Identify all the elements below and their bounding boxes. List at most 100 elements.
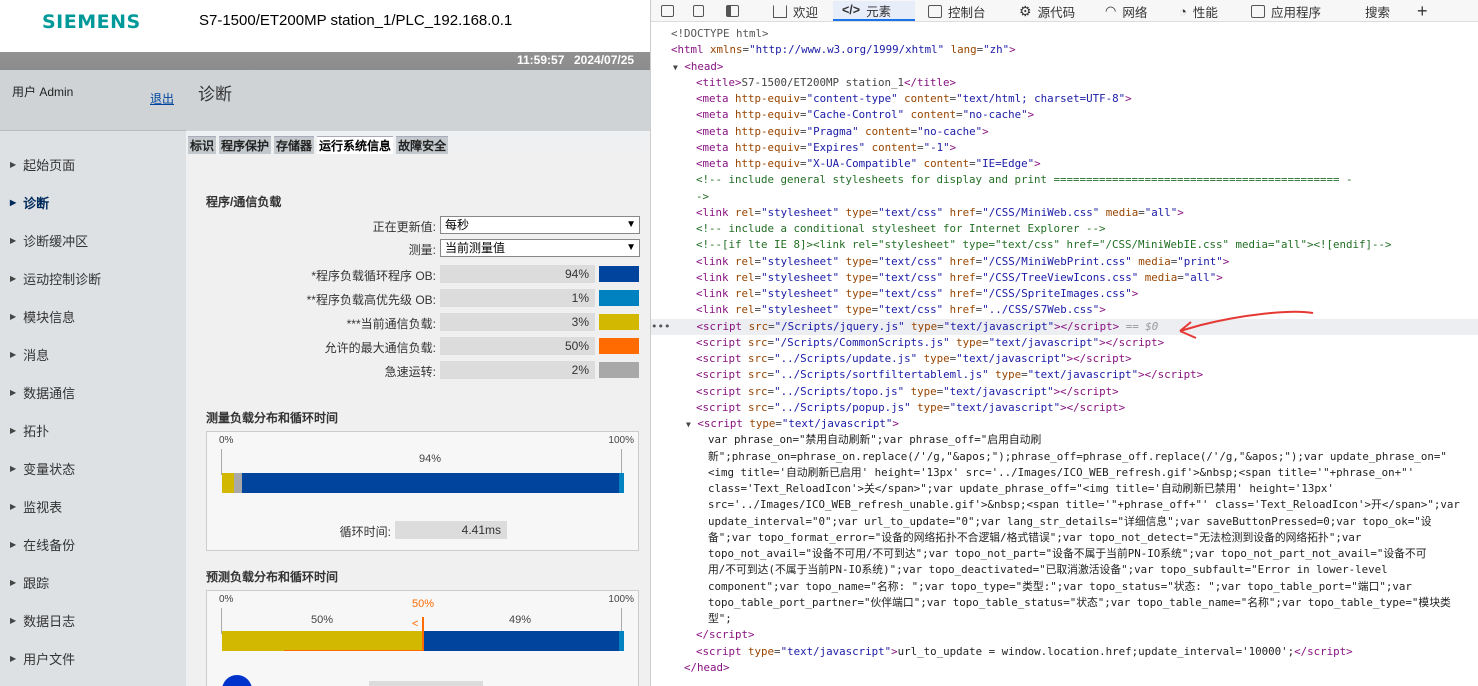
sidebar-item-comm[interactable]: ▶ 数据通信 [10,383,75,402]
dom-line[interactable]: <link rel="stylesheet" type="text/css" h… [696,270,1223,286]
dom-line[interactable]: <meta http-equiv="Pragma" content="no-ca… [696,124,989,140]
inspect-icon[interactable] [661,1,680,21]
page-title: 诊断 [198,85,232,104]
dom-line[interactable]: <!-- include a conditional stylesheet fo… [696,221,1106,237]
main-area: 诊断 标识 程序保护 存储器 运行系统信息 故障安全 程序/通信负载 正在更新值… [186,70,650,686]
arrow-right-icon: ▶ [10,464,17,473]
dom-line[interactable]: <script src="../Scripts/topo.js" type="t… [696,384,1119,400]
tab-network[interactable]: ◠ 网络 [1101,1,1151,21]
tab-console[interactable]: 控制台 [924,1,990,21]
section-heading: 程序/通信负载 [206,195,282,209]
measure-select[interactable]: 当前测量值 ▼ [440,239,640,257]
tab-sources[interactable]: ⚙ 源代码 [1015,1,1079,21]
sidebar-item-module-info[interactable]: ▶ 模块信息 [10,307,75,326]
sidebar-item-var-status[interactable]: ▶ 变量状态 [10,459,75,478]
dom-line[interactable]: <script src="../Scripts/popup.js" type="… [696,400,1125,416]
sidebar-item-topology[interactable]: ▶ 拓扑 [10,421,49,440]
tab-label: 控制台 [948,5,986,20]
sidebar-item-motion[interactable]: ▶ 运动控制诊断 [10,269,101,288]
dom-line[interactable]: <script src="../Scripts/sortfiltertablem… [696,367,1203,383]
load-value: 1% [440,289,595,307]
gauge-icon: ◔ [1179,3,1187,19]
dom-line[interactable]: <img title='自动刷新已启用' height='13px' src='… [708,465,1414,481]
sidebar-item-messages[interactable]: ▶ 消息 [10,345,49,364]
tab-protection[interactable]: 程序保护 [219,136,272,154]
tab-identification[interactable]: 标识 [188,136,217,154]
dom-line[interactable]: <link rel="stylesheet" type="text/css" h… [696,254,1229,270]
logout-link[interactable]: 退出 [150,90,174,107]
dom-line[interactable]: <script type="text/javascript">url_to_up… [696,644,1353,660]
chevron-left-icon: < [412,618,419,630]
dom-line[interactable]: class='Text_ReloadIcon'>关</span>";var up… [708,481,1334,497]
load-value: 3% [440,313,595,331]
sidebar-item-label: 模块信息 [23,310,76,325]
dom-line[interactable]: 型"; [708,611,732,627]
dom-line[interactable]: <meta http-equiv="Cache-Control" content… [696,107,1034,123]
device-toggle-icon[interactable] [693,1,710,21]
dom-line[interactable]: <link rel="stylesheet" type="text/css" h… [696,286,1138,302]
bar-segment-comm [222,631,423,651]
bar-segment-idle [234,473,242,493]
sidebar-item-diagnostics[interactable]: ▶ 诊断 [10,193,49,212]
sidebar-item-backup[interactable]: ▶ 在线备份 [10,535,75,554]
dom-line[interactable]: var phrase_on="禁用自动刷新";var phrase_off="启… [708,432,1041,448]
sidebar-item-watch[interactable]: ▶ 监视表 [10,497,62,516]
dom-line[interactable]: topo_not_avail="设备不可用/不可到达";var topo_not… [708,546,1427,562]
sidebar-toggle-icon[interactable] [726,1,745,21]
plc-web-page: SIEMENS S7-1500/ET200MP station_1/PLC_19… [0,0,650,686]
arrow-right-icon: ▶ [10,654,17,663]
dom-line[interactable]: <link rel="stylesheet" type="text/css" h… [696,302,1106,318]
dom-line[interactable]: <link rel="stylesheet" type="text/css" h… [696,205,1184,221]
bar-value-label: 94% [419,453,442,465]
dom-line[interactable]: topo_table_port_partner="伙伴端口";var topo_… [708,595,1451,611]
cycle-value: 4.41ms [395,521,507,539]
dom-line[interactable]: <!-- include general stylesheets for dis… [696,172,1353,188]
dom-line[interactable]: <title>S7-1500/ET200MP station_1</title> [696,75,956,91]
sidebar-item-userfiles[interactable]: ▶ 用户文件 [10,649,75,668]
load-swatch [599,314,639,330]
sidebar-item-diag-buffer[interactable]: ▶ 诊断缓冲区 [10,231,88,250]
sidebar-item-trace[interactable]: ▶ 跟踪 [10,573,49,592]
sidebar-item-label: 运动控制诊断 [23,272,102,287]
dom-line[interactable]: <meta http-equiv="X-UA-Compatible" conte… [696,156,1041,172]
dom-line[interactable]: 新";phrase_on=phrase_on.replace(/'/g,"&ap… [708,449,1447,465]
tab-memory[interactable]: 存储器 [274,136,315,154]
dom-line-selected[interactable]: ••• <script src="/Scripts/jquery.js" typ… [651,319,1478,336]
bar-segment-high [619,473,624,493]
update-select-value: 每秒 [445,218,470,232]
dom-line[interactable]: </head> [684,660,730,676]
dom-line[interactable]: 备";var topo_format_error="设备的网络拓扑不合逻辑/格式… [708,530,1361,546]
tab-performance[interactable]: ◔ 性能 [1175,1,1222,21]
dom-line[interactable]: <meta http-equiv="Expires" content="-1"> [696,140,956,156]
sidebar-item-label: 消息 [23,348,50,363]
dom-line[interactable]: component";var topo_name="名称: ";var topo… [708,579,1412,595]
dom-line[interactable]: <!--[if lte IE 8]><link rel="stylesheet"… [696,237,1392,253]
dom-line[interactable]: <script src="../Scripts/update.js" type=… [696,351,1132,367]
add-tab-icon[interactable]: + [1417,1,1428,21]
load-swatch [599,338,639,354]
tab-welcome[interactable]: 欢迎 [768,1,823,21]
arrow-right-icon: ▶ [10,388,17,397]
update-select[interactable]: 每秒 ▼ [440,216,640,234]
pred-left-label: 50% [311,614,334,626]
user-box: 用户 Admin 退出 [0,70,186,131]
dom-line[interactable]: 用/不可到达(不属于当前PN-IO系统)";var topo_deactivat… [708,562,1388,578]
sidebar-item-start[interactable]: ▶ 起始页面 [10,155,75,174]
sidebar-item-datalog[interactable]: ▶ 数据日志 [10,611,75,630]
chevron-down-icon: ▼ [626,219,636,230]
dom-line[interactable]: <!DOCTYPE html> [671,26,769,42]
tab-elements[interactable]: </> 元素 [833,1,915,21]
dom-line[interactable]: <script src="/Scripts/CommonScripts.js" … [696,335,1164,351]
dom-line[interactable]: ▼ <head> [673,59,723,76]
dom-line[interactable]: </script> [696,627,755,643]
tab-application[interactable]: 应用程序 [1247,1,1325,21]
dom-line[interactable]: src='../Images/ICO_WEB_refresh_unable.gi… [708,497,1460,513]
dom-line[interactable]: ▼ <script type="text/javascript"> [686,416,899,433]
tab-search[interactable]: 搜索 [1365,1,1390,21]
tab-failsafe[interactable]: 故障安全 [396,136,449,154]
tab-runtime-info[interactable]: 运行系统信息 [317,136,394,154]
dom-line[interactable]: -> [696,189,709,205]
dom-line[interactable]: <html xmlns="http://www.w3.org/1999/xhtm… [671,42,1016,58]
dom-line[interactable]: update_interval="0";var url_to_update="0… [708,514,1432,530]
dom-line[interactable]: <meta http-equiv="content-type" content=… [696,91,1132,107]
